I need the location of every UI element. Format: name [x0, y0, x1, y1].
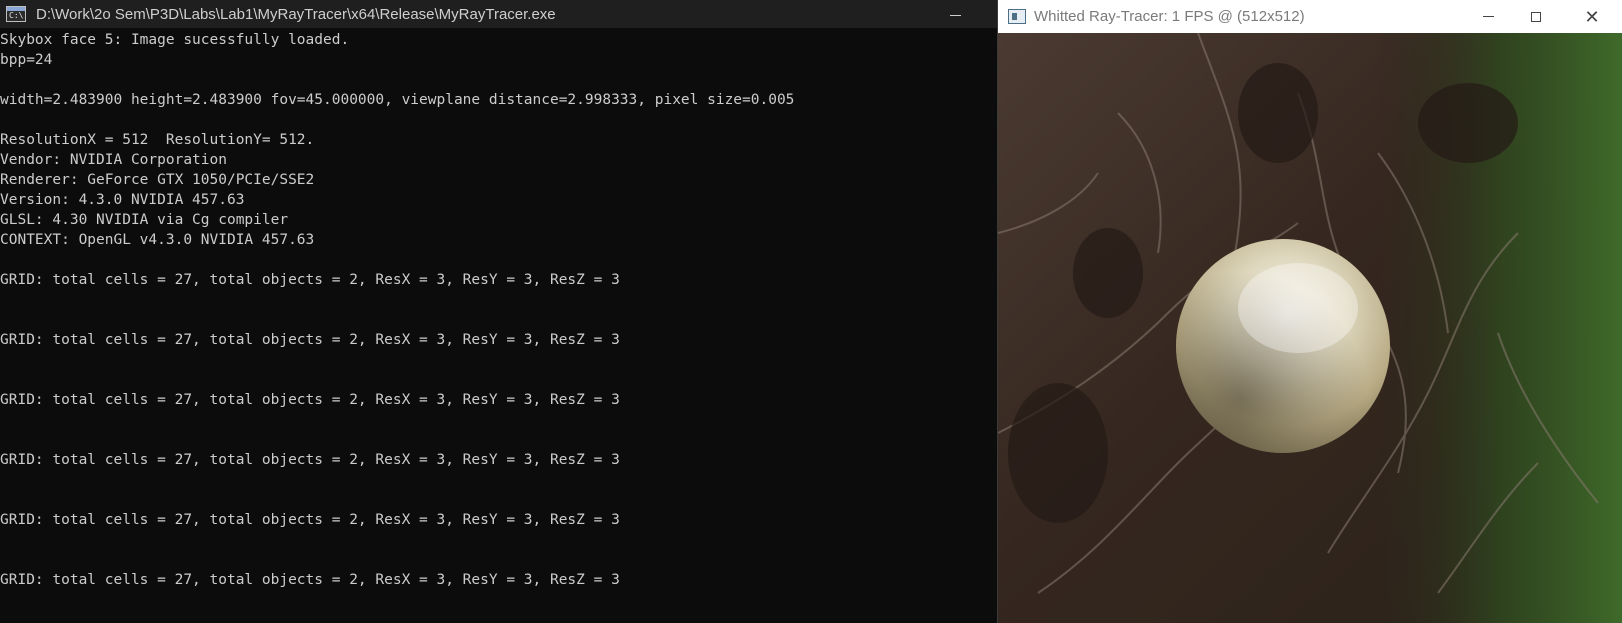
render-viewport[interactable]: [998, 33, 1622, 623]
console-line: Version: 4.3.0 NVIDIA 457.63: [0, 192, 245, 208]
console-app-icon: C:\: [6, 6, 26, 22]
console-line: GRID: total cells = 27, total objects = …: [0, 392, 620, 408]
console-line: Vendor: NVIDIA Corporation: [0, 152, 227, 168]
minimize-icon: [949, 14, 961, 16]
console-title-bar[interactable]: C:\ D:\Work\2o Sem\P3D\Labs\Lab1\MyRayTr…: [0, 0, 997, 28]
console-line: ResolutionX = 512 ResolutionY= 512.: [0, 132, 315, 148]
reflective-sphere: [1176, 239, 1390, 453]
console-icon-label: C:\: [9, 11, 24, 20]
console-line: GRID: total cells = 27, total objects = …: [0, 272, 620, 288]
minimize-icon: [1482, 16, 1494, 17]
console-line: GRID: total cells = 27, total objects = …: [0, 512, 620, 528]
raytracer-window[interactable]: Whitted Ray-Tracer: 1 FPS @ (512x512) ✕: [997, 0, 1622, 623]
console-line: Renderer: GeForce GTX 1050/PCIe/SSE2: [0, 172, 315, 188]
rendered-scene: [998, 33, 1622, 623]
maximize-icon: [1531, 11, 1541, 22]
app-window-icon: [1008, 9, 1026, 24]
minimize-button[interactable]: [1465, 0, 1511, 33]
maximize-button[interactable]: [1513, 0, 1559, 33]
console-line: GLSL: 4.30 NVIDIA via Cg compiler: [0, 212, 289, 228]
console-line: GRID: total cells = 27, total objects = …: [0, 332, 620, 348]
raytracer-title-bar[interactable]: Whitted Ray-Tracer: 1 FPS @ (512x512) ✕: [998, 0, 1622, 33]
console-line: GRID: total cells = 27, total objects = …: [0, 452, 620, 468]
console-minimize-button[interactable]: [940, 0, 970, 28]
console-line: GRID: total cells = 27, total objects = …: [0, 572, 620, 588]
console-line: CONTEXT: OpenGL v4.3.0 NVIDIA 457.63: [0, 232, 315, 248]
console-line: Skybox face 5: Image sucessfully loaded.: [0, 32, 350, 48]
close-icon: ✕: [1584, 6, 1600, 27]
console-output[interactable]: Skybox face 5: Image sucessfully loaded.…: [0, 30, 997, 623]
console-window[interactable]: C:\ D:\Work\2o Sem\P3D\Labs\Lab1\MyRayTr…: [0, 0, 997, 623]
raytracer-window-title: Whitted Ray-Tracer: 1 FPS @ (512x512): [1034, 8, 1305, 25]
console-line: bpp=24: [0, 52, 53, 68]
close-button[interactable]: ✕: [1569, 0, 1615, 33]
console-line: width=2.483900 height=2.483900 fov=45.00…: [0, 92, 795, 108]
console-window-title: D:\Work\2o Sem\P3D\Labs\Lab1\MyRayTracer…: [36, 5, 556, 23]
